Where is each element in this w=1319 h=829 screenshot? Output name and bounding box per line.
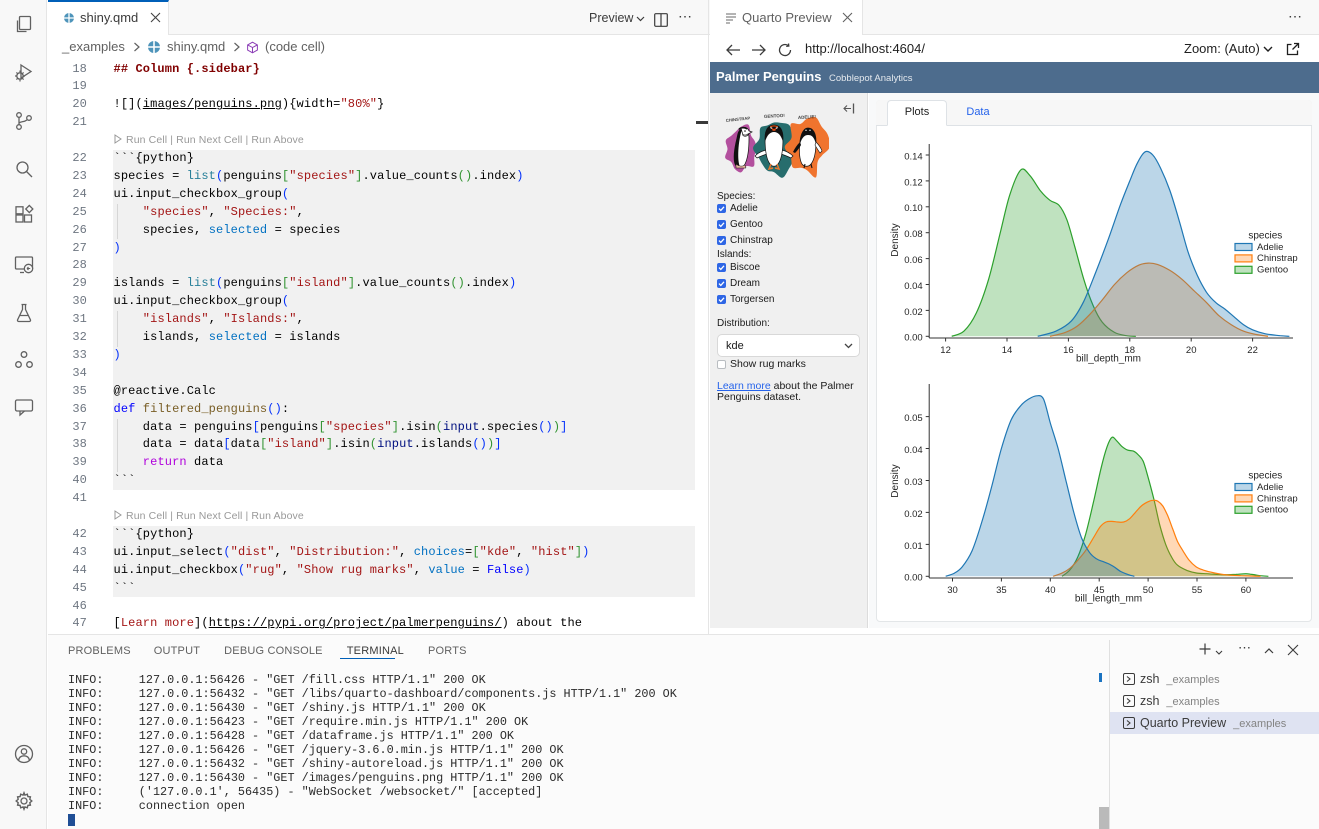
svg-text:0.04: 0.04 [904, 445, 923, 456]
svg-text:species: species [1248, 471, 1282, 482]
svg-text:0.10: 0.10 [904, 203, 923, 214]
svg-text:species: species [1248, 231, 1282, 242]
svg-text:CHINSTRAP: CHINSTRAP [726, 115, 751, 123]
svg-text:GENTOO!: GENTOO! [764, 113, 786, 119]
svg-text:30: 30 [947, 585, 958, 596]
svg-text:0.00: 0.00 [904, 573, 923, 584]
svg-text:ADELIE!: ADELIE! [798, 114, 817, 120]
svg-text:50: 50 [1143, 585, 1154, 596]
svg-text:0.02: 0.02 [904, 509, 923, 520]
svg-text:Adelie: Adelie [1257, 482, 1283, 493]
svg-text:12: 12 [940, 345, 951, 356]
svg-text:14: 14 [1002, 345, 1013, 356]
svg-text:60: 60 [1241, 585, 1252, 596]
svg-text:20: 20 [1186, 345, 1197, 356]
svg-text:0.08: 0.08 [904, 229, 923, 240]
svg-text:0.14: 0.14 [904, 151, 923, 162]
svg-text:0.05: 0.05 [904, 413, 923, 424]
svg-text:0.06: 0.06 [904, 255, 923, 266]
svg-text:Chinstrap: Chinstrap [1257, 253, 1298, 264]
svg-text:55: 55 [1192, 585, 1203, 596]
svg-text:16: 16 [1063, 345, 1074, 356]
svg-text:22: 22 [1247, 345, 1258, 356]
svg-text:35: 35 [996, 585, 1007, 596]
svg-text:bill_depth_mm: bill_depth_mm [1076, 354, 1141, 365]
svg-text:40: 40 [1045, 585, 1056, 596]
svg-text:Density: Density [890, 464, 901, 497]
svg-text:Chinstrap: Chinstrap [1257, 493, 1298, 504]
svg-text:0.03: 0.03 [904, 477, 923, 488]
svg-text:0.00: 0.00 [904, 333, 923, 344]
svg-text:Adelie: Adelie [1257, 242, 1283, 253]
svg-text:0.12: 0.12 [904, 177, 923, 188]
svg-text:0.04: 0.04 [904, 281, 923, 292]
svg-text:bill_length_mm: bill_length_mm [1075, 594, 1142, 605]
svg-text:Density: Density [890, 223, 901, 256]
svg-text:0.02: 0.02 [904, 307, 923, 318]
svg-text:0.01: 0.01 [904, 541, 923, 552]
svg-text:Gentoo: Gentoo [1257, 505, 1288, 516]
svg-text:Gentoo: Gentoo [1257, 265, 1288, 276]
